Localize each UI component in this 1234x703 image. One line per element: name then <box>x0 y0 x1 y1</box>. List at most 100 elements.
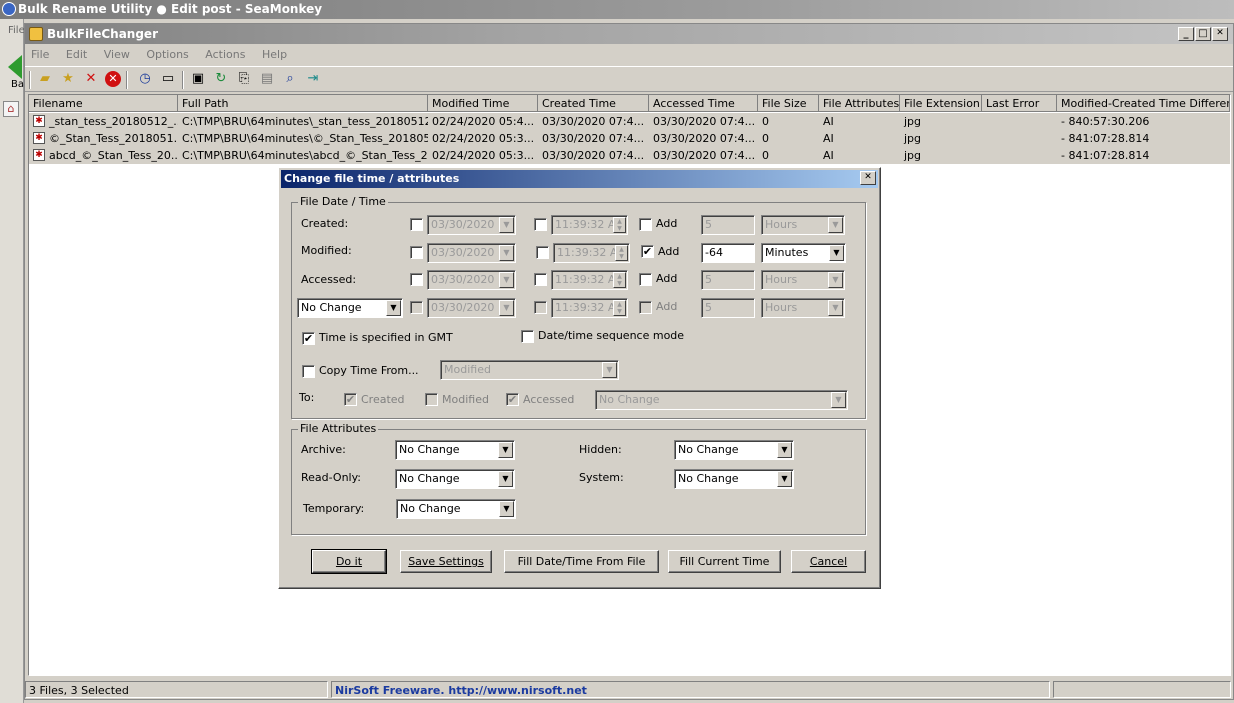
read-only-select[interactable]: No Change ▼ <box>395 469 515 489</box>
to-select[interactable]: No Change ▼ <box>595 390 848 410</box>
remove-all-icon[interactable]: ✕ <box>105 71 121 87</box>
chevron-down-icon: ▼ <box>499 300 514 316</box>
open-folder-icon[interactable]: ▰ <box>36 70 54 88</box>
home-icon[interactable]: ⌂ <box>3 101 19 117</box>
modified-time-picker[interactable]: 11:39:32 AM ▲ ▼ <box>553 243 630 263</box>
to-accessed-label: Accessed <box>523 393 575 406</box>
column-header-accessed-time[interactable]: Accessed Time <box>649 95 758 112</box>
behind-back-label: Ba <box>11 79 24 90</box>
extra-unit-select[interactable]: Hours ▼ <box>761 298 845 318</box>
column-header-created-time[interactable]: Created Time <box>538 95 649 112</box>
accessed-add-checkbox[interactable] <box>639 273 652 286</box>
accessed-date-picker[interactable]: 03/30/2020 ▼ <box>427 270 516 290</box>
menu-options[interactable]: Options <box>146 48 188 61</box>
modified-date-checkbox[interactable] <box>410 246 423 259</box>
archive-select[interactable]: No Change ▼ <box>395 440 515 460</box>
refresh-icon[interactable]: ↻ <box>212 70 230 88</box>
copy-icon[interactable]: ⎘ <box>235 70 253 88</box>
column-header-file-size[interactable]: File Size <box>758 95 819 112</box>
extra-date-picker[interactable]: 03/30/2020 ▼ <box>427 298 516 318</box>
sequence-mode-checkbox[interactable] <box>521 330 534 343</box>
window-icon[interactable]: ▭ <box>159 70 177 88</box>
modified-amount-input[interactable]: -64 <box>701 243 755 263</box>
cell-file-attributes: AI <box>823 132 834 145</box>
close-button[interactable]: ✕ <box>1212 27 1228 41</box>
accessed-time-picker[interactable]: 11:39:32 AM ▲ ▼ <box>551 270 628 290</box>
accessed-time-checkbox[interactable] <box>534 273 547 286</box>
copy-time-from-checkbox[interactable] <box>302 365 315 378</box>
to-created-checkbox[interactable]: ✔ <box>344 393 357 406</box>
cell-created-time: 03/30/2020 07:4... <box>542 115 645 128</box>
hidden-select[interactable]: No Change ▼ <box>674 440 794 460</box>
accessed-date-checkbox[interactable] <box>410 273 423 286</box>
extra-amount-input[interactable]: 5 <box>701 298 755 318</box>
cancel-button[interactable]: Cancel <box>791 550 866 573</box>
menu-edit[interactable]: Edit <box>66 48 87 61</box>
extra-time-checkbox[interactable] <box>534 301 547 314</box>
clock-icon[interactable]: ◷ <box>136 70 154 88</box>
to-modified-checkbox[interactable] <box>425 393 438 406</box>
table-row[interactable]: ✱ abcd_©_Stan_Tess_20... C:\TMP\BRU\64mi… <box>29 147 1230 164</box>
maximize-button[interactable]: □ <box>1195 27 1211 41</box>
column-header-full-path[interactable]: Full Path <box>178 95 428 112</box>
cell-time-difference: - 841:07:28.814 <box>1061 149 1150 162</box>
fill-current-time-button[interactable]: Fill Current Time <box>668 550 781 573</box>
fill-from-file-button[interactable]: Fill Date/Time From File <box>504 550 659 573</box>
menu-view[interactable]: View <box>104 48 130 61</box>
dialog-close-button[interactable]: ✕ <box>860 171 876 185</box>
save-settings-button[interactable]: Save Settings <box>400 550 492 573</box>
created-add-checkbox[interactable] <box>639 218 652 231</box>
cell-file-attributes: AI <box>823 115 834 128</box>
status-nirsoft-link[interactable]: NirSoft Freeware. http://www.nirsoft.net <box>331 681 1050 698</box>
app-icon <box>29 27 43 41</box>
created-time-picker[interactable]: 11:39:32 AM ▲ ▼ <box>551 215 628 235</box>
created-unit-select[interactable]: Hours ▼ <box>761 215 845 235</box>
column-header-last-error[interactable]: Last Error <box>982 95 1057 112</box>
cell-file-size: 0 <box>762 149 769 162</box>
do-it-button[interactable]: Do it <box>311 549 387 574</box>
column-header-file-extension[interactable]: File Extension <box>900 95 982 112</box>
modified-add-checkbox[interactable]: ✔ <box>641 245 654 258</box>
accessed-amount-input[interactable]: 5 <box>701 270 755 290</box>
modified-time-checkbox[interactable] <box>536 246 549 259</box>
back-arrow-icon[interactable] <box>8 55 22 79</box>
menu-actions[interactable]: Actions <box>205 48 245 61</box>
menu-file[interactable]: File <box>31 48 49 61</box>
exit-icon[interactable]: ⇥ <box>304 70 322 88</box>
extra-time-picker[interactable]: 11:39:32 AM ▲ ▼ <box>551 298 628 318</box>
created-date-checkbox[interactable] <box>410 218 423 231</box>
window-title: BulkFileChanger <box>47 27 158 41</box>
time-type-select[interactable]: No Change ▼ <box>297 298 403 318</box>
cell-modified-time: 02/24/2020 05:4... <box>432 115 535 128</box>
created-amount-input[interactable]: 5 <box>701 215 755 235</box>
find-icon[interactable]: ⌕ <box>281 70 299 88</box>
created-time-checkbox[interactable] <box>534 218 547 231</box>
add-files-icon[interactable]: ★ <box>59 70 77 88</box>
table-row[interactable]: ✱ _stan_tess_20180512_... C:\TMP\BRU\64m… <box>29 113 1230 130</box>
minimize-button[interactable]: _ <box>1178 27 1194 41</box>
created-date-picker[interactable]: 03/30/2020 ▼ <box>427 215 516 235</box>
gmt-checkbox[interactable]: ✔ <box>302 332 315 345</box>
cell-full-path: C:\TMP\BRU\64minutes\_stan_tess_20180512… <box>182 115 428 128</box>
menu-help[interactable]: Help <box>262 48 287 61</box>
table-row[interactable]: ✱ ©_Stan_Tess_2018051... C:\TMP\BRU\64mi… <box>29 130 1230 147</box>
properties-icon[interactable]: ▤ <box>258 70 276 88</box>
copy-time-from-select[interactable]: Modified ▼ <box>440 360 619 380</box>
modified-date-picker[interactable]: 03/30/2020 ▼ <box>427 243 516 263</box>
column-header-file-attributes[interactable]: File Attributes <box>819 95 900 112</box>
extra-add-checkbox[interactable] <box>639 301 652 314</box>
temporary-select[interactable]: No Change ▼ <box>396 499 516 519</box>
save-icon[interactable]: ▣ <box>189 70 207 88</box>
extra-date-checkbox[interactable] <box>410 301 423 314</box>
system-select[interactable]: No Change ▼ <box>674 469 794 489</box>
file-icon: ✱ <box>33 149 45 161</box>
cell-accessed-time: 03/30/2020 07:4... <box>653 149 756 162</box>
column-header-filename[interactable]: Filename <box>29 95 178 112</box>
modified-unit-select[interactable]: Minutes ▼ <box>761 243 846 263</box>
delete-icon[interactable]: ✕ <box>82 70 100 88</box>
accessed-unit-select[interactable]: Hours ▼ <box>761 270 845 290</box>
column-header-modified-time[interactable]: Modified Time <box>428 95 538 112</box>
dialog-title-bar: Change file time / attributes <box>281 170 878 188</box>
column-header-time-difference[interactable]: Modified-Created Time Difference <box>1057 95 1230 112</box>
to-accessed-checkbox[interactable]: ✔ <box>506 393 519 406</box>
